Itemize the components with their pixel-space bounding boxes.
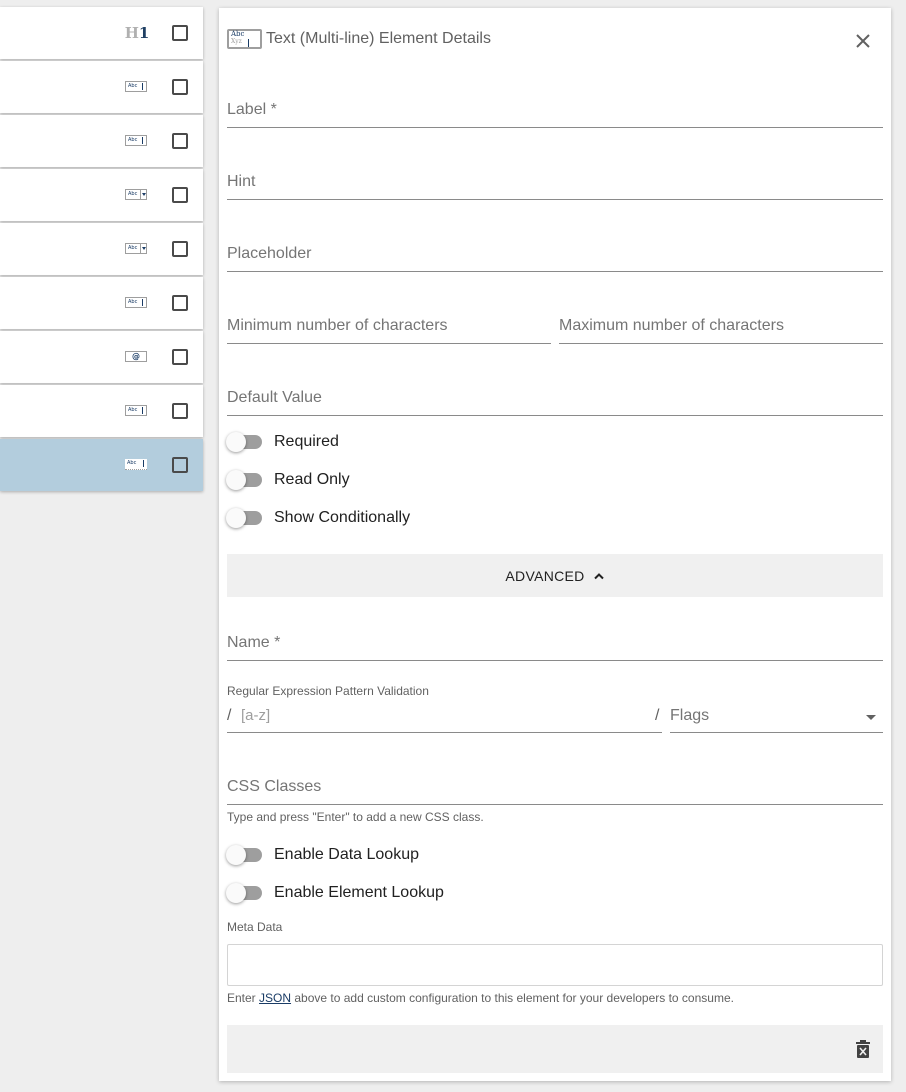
close-icon — [856, 34, 870, 48]
element-checkbox[interactable] — [172, 187, 188, 203]
element-row-heading[interactable]: H1 — [0, 7, 203, 59]
delete-icon — [856, 1040, 870, 1058]
show-conditionally-toggle-label: Show Conditionally — [274, 509, 411, 526]
element-row-text[interactable]: Abc — [0, 277, 203, 329]
data-lookup-toggle[interactable]: Enable Data Lookup — [226, 843, 626, 867]
placeholder-field-label: Placeholder — [227, 245, 312, 262]
default-value-label: Default Value — [227, 389, 322, 406]
json-link[interactable]: JSON — [259, 991, 291, 1005]
regex-caption: Regular Expression Pattern Validation — [227, 684, 429, 698]
name-field-label: Name * — [227, 634, 281, 651]
element-checkbox[interactable] — [172, 241, 188, 257]
regex-slash-open: / — [227, 707, 232, 724]
heading-icon: H1 — [124, 24, 150, 42]
element-checkbox[interactable] — [172, 403, 188, 419]
regex-placeholder: [a-z] — [241, 707, 271, 724]
label-field[interactable]: Label * — [227, 94, 883, 128]
regex-pattern-input[interactable]: / [a-z] — [227, 700, 662, 733]
default-value-field[interactable]: Default Value — [227, 382, 883, 416]
meta-data-caption: Meta Data — [227, 920, 283, 934]
multiline-text-icon: Abc — [124, 457, 148, 471]
text-field-icon: Abc — [124, 133, 148, 147]
flags-label: Flags — [670, 707, 710, 724]
multiline-text-icon: Abc Xyz — [227, 29, 262, 49]
element-row-multiline-selected[interactable]: Abc — [0, 439, 203, 491]
element-row-text[interactable]: Abc — [0, 61, 203, 113]
show-conditionally-toggle[interactable]: Show Conditionally — [226, 506, 626, 530]
min-chars-field[interactable]: Minimum number of characters — [227, 310, 551, 344]
regex-row: / [a-z] / Flags — [227, 700, 883, 733]
max-chars-label: Maximum number of characters — [559, 317, 784, 334]
read-only-toggle-label: Read Only — [274, 471, 350, 488]
data-lookup-toggle-label: Enable Data Lookup — [274, 846, 419, 863]
meta-help-prefix: Enter — [227, 991, 260, 1005]
advanced-label: ADVANCED — [505, 567, 585, 584]
element-checkbox[interactable] — [172, 349, 188, 365]
delete-button[interactable] — [851, 1037, 875, 1061]
element-details-panel: Abc Xyz Text (Multi-line) Element Detail… — [219, 8, 891, 1081]
css-classes-field[interactable]: CSS Classes — [227, 771, 883, 805]
text-field-icon: Abc — [124, 79, 148, 93]
email-field-icon: @ — [124, 349, 148, 363]
element-checkbox[interactable] — [172, 133, 188, 149]
text-field-icon: Abc — [124, 295, 148, 309]
dropdown-field-icon: Abc — [124, 187, 148, 201]
element-row-text[interactable]: Abc — [0, 385, 203, 437]
min-chars-label: Minimum number of characters — [227, 317, 448, 334]
advanced-toggle-button[interactable]: ADVANCED — [227, 554, 883, 597]
regex-slash-close: / — [655, 707, 660, 724]
hint-field-label: Hint — [227, 173, 256, 190]
chevron-up-icon — [593, 572, 604, 579]
element-list: H1 Abc Abc Abc Abc Abc @ Abc Abc — [0, 7, 203, 493]
meta-data-textarea[interactable] — [227, 944, 883, 986]
element-lookup-toggle-label: Enable Element Lookup — [274, 884, 444, 901]
dropdown-arrow-icon — [866, 715, 876, 720]
element-row-text[interactable]: Abc — [0, 115, 203, 167]
close-button[interactable] — [851, 29, 875, 53]
hint-field[interactable]: Hint — [227, 166, 883, 200]
required-toggle[interactable]: Required — [226, 430, 626, 454]
panel-footer — [227, 1025, 883, 1073]
text-field-icon: Abc — [124, 403, 148, 417]
element-checkbox[interactable] — [172, 79, 188, 95]
label-field-label: Label * — [227, 101, 277, 118]
css-classes-help: Type and press "Enter" to add a new CSS … — [227, 810, 484, 824]
flags-select[interactable]: Flags — [670, 700, 883, 733]
element-row-dropdown[interactable]: Abc — [0, 169, 203, 221]
meta-help-suffix: above to add custom configuration to thi… — [291, 991, 734, 1005]
read-only-toggle[interactable]: Read Only — [226, 468, 626, 492]
element-row-email[interactable]: @ — [0, 331, 203, 383]
panel-header: Abc Xyz Text (Multi-line) Element Detail… — [227, 29, 877, 51]
element-row-dropdown[interactable]: Abc — [0, 223, 203, 275]
meta-data-help: Enter JSON above to add custom configura… — [227, 991, 734, 1005]
css-classes-label: CSS Classes — [227, 778, 322, 795]
element-lookup-toggle[interactable]: Enable Element Lookup — [226, 881, 626, 905]
max-chars-field[interactable]: Maximum number of characters — [559, 310, 883, 344]
name-field[interactable]: Name * — [227, 627, 883, 661]
placeholder-field[interactable]: Placeholder — [227, 238, 883, 272]
dropdown-field-icon: Abc — [124, 241, 148, 255]
panel-title: Text (Multi-line) Element Details — [266, 30, 491, 47]
element-checkbox[interactable] — [172, 457, 188, 473]
element-checkbox[interactable] — [172, 25, 188, 41]
required-toggle-label: Required — [274, 433, 339, 450]
element-checkbox[interactable] — [172, 295, 188, 311]
